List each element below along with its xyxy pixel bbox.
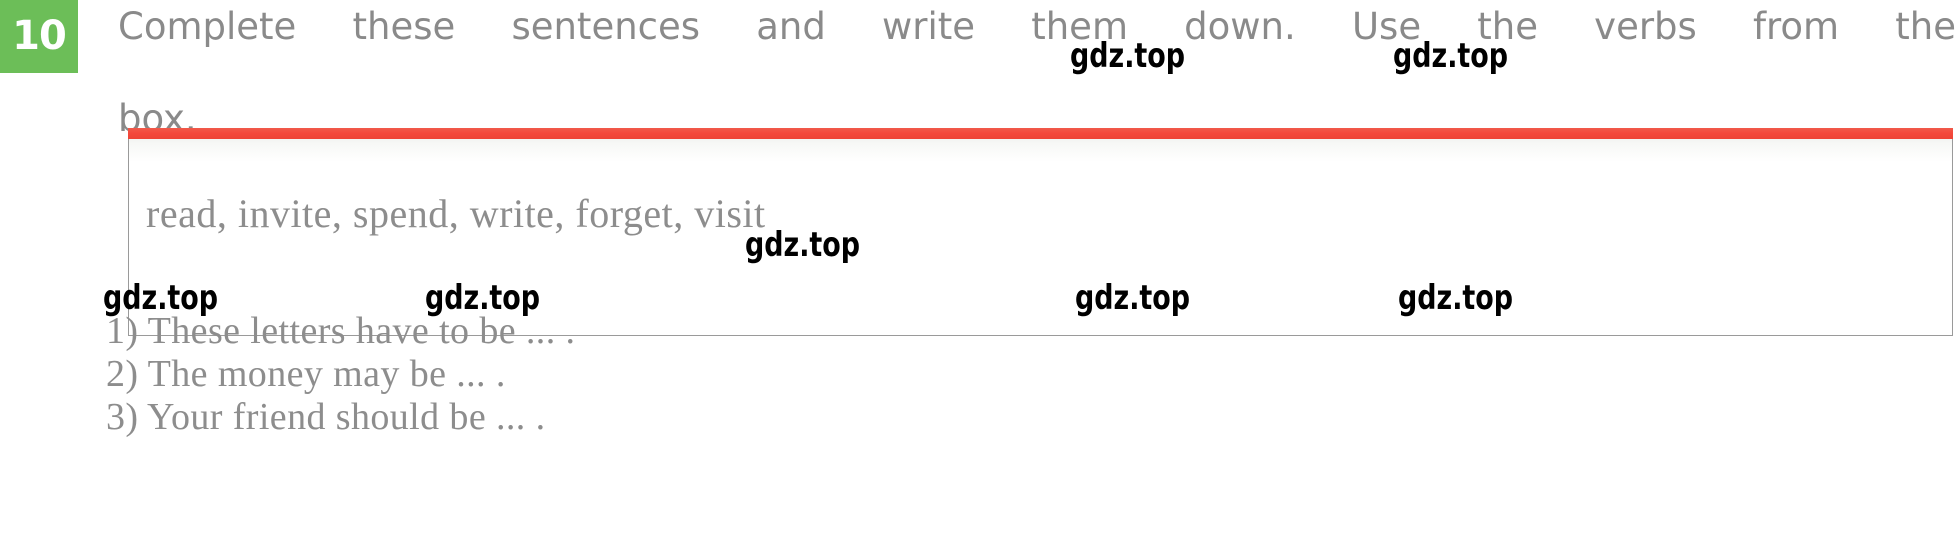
sentence-item-2: 2) The money may be ... . [106,353,506,395]
watermark-1: gdz.top [1070,36,1186,76]
word-bank-accent-bar [128,128,1953,139]
exercise-number-badge: 10 [0,0,78,73]
instruction-text: Complete these sentences and write them … [118,4,1956,142]
exercise-number-label: 10 [12,12,67,59]
sentence-list: 1) These letters have to be ... . 2) The… [106,310,575,439]
sentence-item-3: 3) Your friend should be ... . [106,396,546,438]
watermark-3: gdz.top [745,225,861,265]
watermark-5: gdz.top [425,278,541,318]
watermark-2: gdz.top [1393,36,1509,76]
worksheet-page: 10 Complete these sentences and write th… [0,0,1958,556]
watermark-4: gdz.top [103,278,219,318]
watermark-6: gdz.top [1075,278,1191,318]
watermark-7: gdz.top [1398,278,1514,318]
instruction-line-1: Complete these sentences and write them … [118,5,1956,48]
word-bank-words: read, invite, spend, write, forget, visi… [146,191,766,236]
